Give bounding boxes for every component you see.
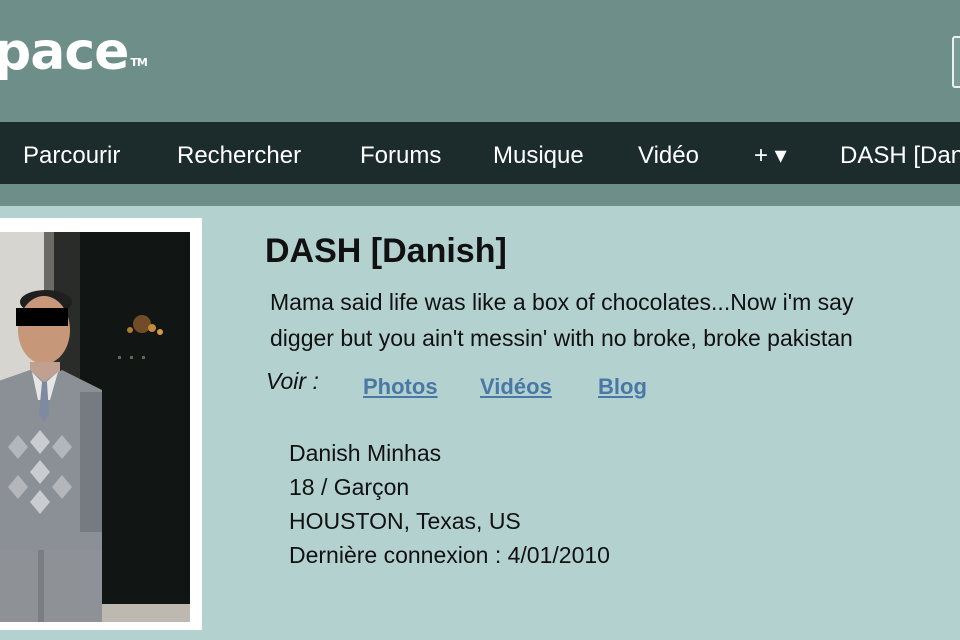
logo-text: pace [0, 22, 129, 82]
nav-item-video[interactable]: Vidéo [638, 122, 699, 184]
headline-line-1: Mama said life was like a box of chocola… [270, 289, 854, 315]
header-widget-edge[interactable] [952, 36, 960, 88]
nav-item-user-profile[interactable]: DASH [Dan [840, 122, 960, 184]
main-nav: Parcourir Rechercher Forums Musique Vidé… [0, 122, 960, 184]
full-name: Danish Minhas [289, 440, 442, 466]
nav-item-parcourir[interactable]: Parcourir [23, 122, 120, 184]
site-logo[interactable]: pace TM [0, 22, 148, 82]
logo-trademark: TM [130, 56, 147, 69]
last-login: Dernière connexion : 4/01/2010 [289, 542, 610, 568]
videos-link[interactable]: Vidéos [480, 374, 552, 400]
location: HOUSTON, Texas, US [289, 508, 521, 534]
profile-photo-image [0, 232, 190, 622]
profile-photo-frame [0, 218, 202, 630]
profile-headline: Mama said life was like a box of chocola… [270, 284, 853, 356]
age-gender: 18 / Garçon [289, 474, 410, 500]
view-label: Voir : [266, 368, 319, 394]
profile-info: Danish Minhas 18 / Garçon HOUSTON, Texas… [289, 436, 610, 572]
nav-item-rechercher[interactable]: Rechercher [177, 122, 301, 184]
header-divider-strip [0, 184, 960, 206]
headline-line-2: digger but you ain't messin' with no bro… [270, 325, 853, 351]
blog-link[interactable]: Blog [598, 374, 647, 400]
nav-item-more-dropdown[interactable]: + ▾ [754, 122, 787, 184]
site-header: pace TM [0, 0, 960, 122]
profile-name: DASH [Danish] [265, 232, 507, 270]
profile-photo[interactable] [0, 232, 190, 622]
nav-item-forums[interactable]: Forums [360, 122, 441, 184]
nav-item-musique[interactable]: Musique [493, 122, 584, 184]
photos-link[interactable]: Photos [363, 374, 438, 400]
